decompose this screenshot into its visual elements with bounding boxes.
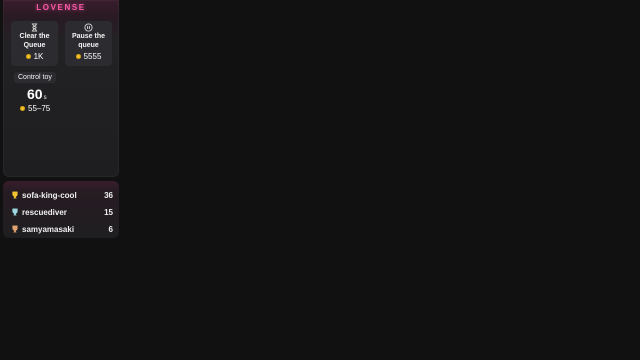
- control-toy-duration: 60s: [27, 86, 47, 102]
- tipper-count: 15: [104, 207, 113, 217]
- token-coin-icon: [25, 54, 31, 59]
- list-item: samyamasaki 6: [11, 223, 113, 235]
- token-coin-icon: [20, 106, 25, 111]
- token-coin-icon: [75, 54, 81, 59]
- control-toy-duration-value: 60: [27, 86, 43, 102]
- trophy-icon: [12, 225, 18, 233]
- pause-queue-label-1: Pause the: [71, 33, 106, 40]
- control-toy-option[interactable]: Control toy 60s 55–75: [14, 72, 58, 116]
- tipper-name: samyamasaki: [22, 224, 75, 234]
- trophy-icon: [12, 208, 18, 216]
- trophy-icon: [12, 191, 18, 199]
- control-toy-price: 55–75: [20, 104, 50, 113]
- tipper-count: 6: [108, 224, 113, 234]
- pause-icon: [84, 23, 93, 32]
- control-toy-label: Control toy: [14, 72, 56, 83]
- lovense-logo: LOVENSE: [36, 3, 86, 12]
- hourglass-icon: [31, 23, 38, 32]
- tipper-name: sofa-king-cool: [22, 190, 77, 200]
- clear-queue-label-1: Clear the: [19, 33, 50, 40]
- tipper-name: rescuediver: [22, 207, 67, 217]
- list-item: sofa-king-cool 36: [11, 189, 113, 201]
- tipper-count: 36: [104, 190, 113, 200]
- pause-queue-label-2: queue: [78, 42, 99, 49]
- clear-queue-button[interactable]: Clear the Queue 1K: [11, 21, 58, 66]
- lovense-panel: LOVENSE Clear the Queue 1K Pause the que…: [3, 0, 119, 177]
- pause-queue-button[interactable]: Pause the queue 5555: [65, 21, 112, 66]
- top-tippers-list: sofa-king-cool 36 rescuediver 15 samyama…: [3, 181, 119, 238]
- clear-queue-label-2: Queue: [23, 42, 46, 49]
- list-item: rescuediver 15: [11, 206, 113, 218]
- control-toy-duration-unit: s: [43, 95, 47, 101]
- pause-queue-price: 5555: [65, 52, 112, 61]
- clear-queue-price-value: 1K: [33, 52, 44, 61]
- control-toy-price-range: 55–75: [28, 104, 51, 113]
- pause-queue-price-value: 5555: [83, 52, 102, 61]
- clear-queue-price: 1K: [11, 52, 58, 61]
